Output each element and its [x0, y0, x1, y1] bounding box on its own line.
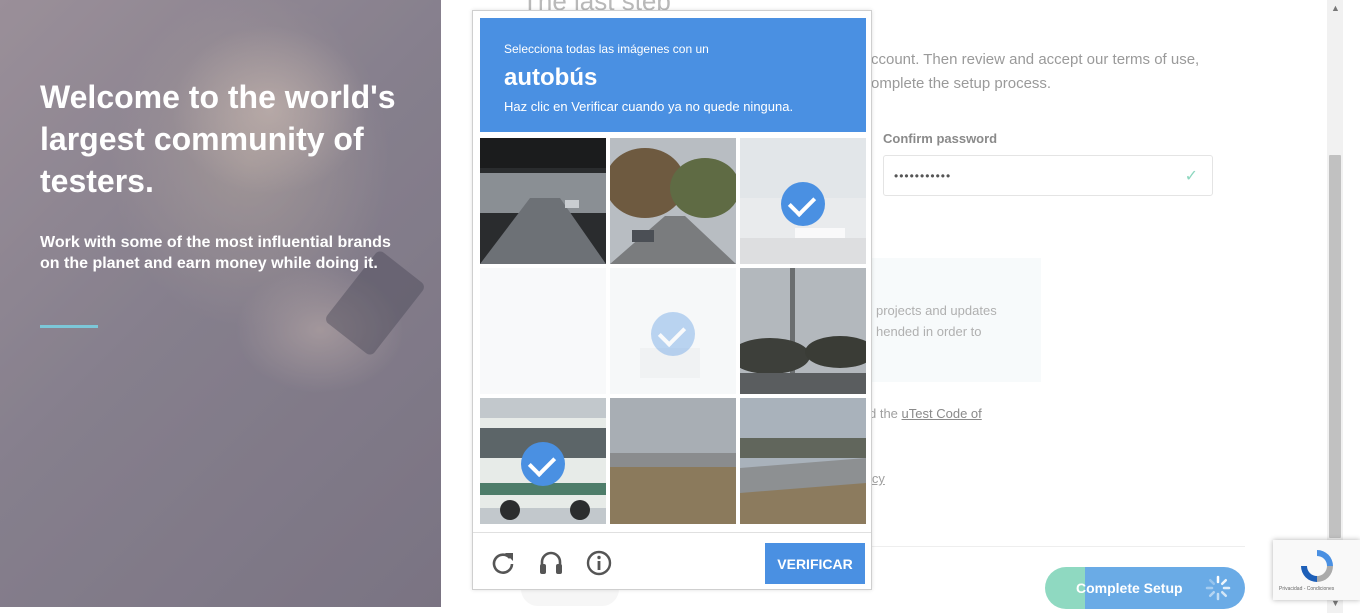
captcha-tile[interactable]: [610, 398, 736, 524]
captcha-instruction-line2: Haz clic en Verificar cuando ya no quede…: [504, 99, 794, 114]
confirm-password-label: Confirm password: [883, 131, 998, 146]
check-circle-icon: [521, 442, 565, 486]
captcha-tile[interactable]: [480, 268, 606, 394]
tile-selected-check: [610, 275, 736, 401]
captcha-tile[interactable]: [740, 398, 866, 524]
tile-image-overpass: [610, 398, 736, 524]
hero-heading: Welcome to the world's largest community…: [40, 79, 396, 199]
recaptcha-badge-text[interactable]: Privacidad - Condiciones: [1279, 586, 1334, 592]
captcha-instruction-line1: Selecciona todas las imágenes con un: [504, 42, 709, 56]
code-of-conduct-link[interactable]: uTest Code of: [902, 406, 982, 421]
reload-icon[interactable]: [490, 550, 516, 576]
loading-spinner-icon: [1205, 575, 1231, 601]
notice-text: projects and updates hended in order to: [876, 303, 997, 339]
scrollbar-thumb[interactable]: [1329, 155, 1341, 538]
code-of-conduct-prefix: d the: [869, 406, 902, 421]
tile-selected-check: [480, 405, 606, 531]
code-of-conduct-text: d the uTest Code of: [869, 406, 982, 421]
recaptcha-badge[interactable]: Privacidad - Condiciones: [1273, 540, 1360, 600]
confirm-password-field[interactable]: ••••••••••• ✓: [883, 155, 1213, 196]
captcha-tile[interactable]: [480, 138, 606, 264]
scroll-up-icon[interactable]: ▲: [1331, 3, 1340, 13]
complete-setup-label: Complete Setup: [1076, 580, 1183, 596]
tile-image-empty: [480, 268, 606, 394]
page-scrollbar[interactable]: ▲ ▼: [1327, 0, 1343, 613]
check-icon: ✓: [1184, 168, 1198, 185]
captcha-tile[interactable]: [610, 138, 736, 264]
tile-image-trees-pole: [740, 268, 866, 394]
check-circle-icon: [781, 182, 825, 226]
verify-button[interactable]: VERIFICAR: [765, 543, 865, 584]
info-icon[interactable]: [586, 550, 612, 576]
hero-accent-rule: [40, 325, 98, 328]
step-description: ccount. Then review and accept our terms…: [871, 51, 1200, 92]
tile-image-road-tunnel: [480, 138, 606, 264]
tile-image-road-field: [740, 398, 866, 524]
captcha-instructions: Selecciona todas las imágenes con un aut…: [480, 18, 866, 132]
hero-subheading: Work with some of the most influential b…: [40, 234, 391, 272]
check-circle-icon: [651, 312, 695, 356]
captcha-target-word: autobús: [504, 64, 598, 91]
notice-box: projects and updates hended in order to: [861, 258, 1041, 382]
tile-image-street-trees: [610, 138, 736, 264]
recaptcha-logo-icon: [1301, 550, 1333, 582]
complete-setup-button[interactable]: Complete Setup: [1045, 567, 1245, 609]
captcha-footer: VERIFICAR: [473, 532, 871, 591]
confirm-password-value: •••••••••••: [894, 169, 952, 183]
audio-icon[interactable]: [538, 550, 564, 576]
captcha-tile[interactable]: [740, 268, 866, 394]
recaptcha-challenge: Selecciona todas las imágenes con un aut…: [472, 10, 872, 590]
tile-selected-check: [740, 145, 866, 271]
hero-panel: Welcome to the world's largest community…: [0, 0, 441, 607]
